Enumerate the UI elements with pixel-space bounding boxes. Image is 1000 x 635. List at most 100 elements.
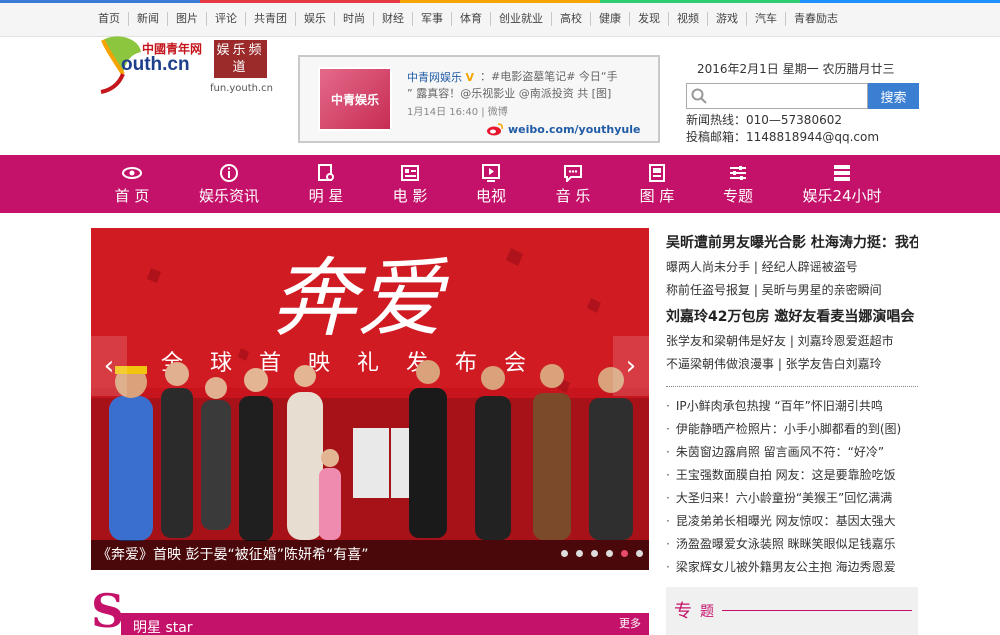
- nav-topics[interactable]: 专题: [720, 155, 756, 213]
- top-nav-item[interactable]: 汽车: [747, 12, 786, 26]
- stars-letter: S: [91, 584, 125, 635]
- slider-prev-button[interactable]: ‹: [91, 336, 127, 396]
- top-nav-item[interactable]: 评论: [207, 12, 246, 26]
- slider-photo: 奔爱 全 球 首 映 礼 发 布 会: [91, 228, 649, 570]
- news-hotline: 新闻热线：010—57380602: [686, 113, 842, 127]
- weibo-thumbnail[interactable]: 中青娱乐: [320, 69, 390, 129]
- top-nav-item[interactable]: 图片: [168, 12, 207, 26]
- slider-subtitle-art: 全 球 首 映 礼 发 布 会: [161, 351, 536, 376]
- search-button[interactable]: 搜索: [868, 83, 919, 109]
- headline-2-sub-a[interactable]: 张学友和梁朝伟是好友 | 刘嘉玲恩爱逛超市: [666, 332, 918, 349]
- slider-dot[interactable]: [576, 550, 583, 557]
- weibo-link[interactable]: weibo.com/youthyule: [508, 123, 640, 136]
- weibo-widget[interactable]: 中青娱乐 中青网娱乐 V ：#电影盗墓笔记# 今日“手 ” 露真容！@乐视影业 …: [298, 55, 660, 143]
- search-input[interactable]: [711, 87, 861, 105]
- slider-title-art: 奔爱: [271, 249, 449, 349]
- search-box[interactable]: [686, 83, 868, 109]
- nav-movies[interactable]: 电 影: [390, 155, 430, 213]
- top-nav-item[interactable]: 发现: [630, 12, 669, 26]
- news-list-item[interactable]: 梁家辉女儿被外籍男友公主抱 海边秀恩爱: [666, 556, 918, 579]
- headline-1-sub-a[interactable]: 曝两人尚未分手 | 经纪人辟谣被盗号: [666, 258, 918, 275]
- topics-title-1: 专: [674, 601, 692, 622]
- nav-label: 首 页: [114, 187, 150, 205]
- weibo-post-text: ：#电影盗墓笔记# 今日“手: [480, 70, 618, 83]
- topics-section-header: 专 题: [666, 587, 918, 635]
- news-list-item[interactable]: 王宝强数面膜自拍 网友：这是要靠脸吃饭: [666, 464, 918, 487]
- news-divider: [666, 386, 918, 387]
- headline-2-sub-b[interactable]: 不逼梁朝伟做浪漫事 | 张学友告白刘嘉玲: [666, 355, 918, 372]
- nav-label: 电 影: [392, 187, 428, 205]
- slider-dot[interactable]: [591, 550, 598, 557]
- top-nav-item[interactable]: 青春励志: [786, 12, 846, 26]
- stars-more-link[interactable]: 更多: [619, 615, 641, 631]
- top-nav-item[interactable]: 新闻: [129, 12, 168, 26]
- headline-1[interactable]: 吴昕遭前男友曝光合影 杜海涛力挺：我在: [666, 232, 918, 252]
- weibo-post-meta: 1月14日 16:40 | 微博: [407, 107, 508, 118]
- weibo-post-text-cont: ” 露真容！@乐视影业 @南派投资 共 [图]: [407, 87, 612, 100]
- weibo-account-name[interactable]: 中青网娱乐 V: [407, 69, 474, 85]
- logo-en-text: outh.cn: [121, 54, 190, 75]
- slider-next-button[interactable]: ›: [613, 336, 649, 396]
- stars-section-header: S 明星 star 更多: [91, 587, 649, 635]
- music-icon: [564, 165, 582, 182]
- slider-dot[interactable]: [621, 550, 628, 557]
- top-nav-item[interactable]: 娱乐: [296, 12, 335, 26]
- list-icon: [834, 165, 850, 181]
- nav-tv[interactable]: 电视: [473, 155, 509, 213]
- nav-ent-news[interactable]: 娱乐资讯: [197, 155, 261, 213]
- nav-home[interactable]: 首 页: [112, 155, 152, 213]
- slider-dot[interactable]: [561, 550, 568, 557]
- stars-title: 明星 star: [133, 620, 193, 635]
- main-navigation: 首 页 娱乐资讯 明 星 电 影 电视 音 乐 图 库 专题 娱乐24小时: [0, 155, 1000, 213]
- topic-icon: [730, 166, 746, 180]
- top-nav-item[interactable]: 高校: [552, 12, 591, 26]
- channel-seal: 娱乐频道: [214, 40, 267, 78]
- nav-label: 娱乐24小时: [802, 187, 882, 205]
- nav-label: 明 星: [308, 187, 344, 205]
- news-list-item[interactable]: IP小鲜肉承包热搜 “百年”怀旧潮引共鸣: [666, 395, 918, 418]
- news-list-item[interactable]: 汤盈盈曝爱女泳装照 眯眯笑眼似足钱嘉乐: [666, 533, 918, 556]
- logo-subdomain: fun.youth.cn: [210, 83, 274, 94]
- headline-1-sub-b[interactable]: 称前任盗号报复 | 吴昕与男星的亲密瞬间: [666, 281, 918, 298]
- top-nav-item[interactable]: 时尚: [335, 12, 374, 26]
- weibo-name-text: 中青网娱乐: [407, 71, 462, 84]
- nav-music[interactable]: 音 乐: [553, 155, 593, 213]
- info-icon: [220, 164, 238, 182]
- nav-label: 娱乐资讯: [198, 187, 259, 205]
- search-icon: [691, 88, 707, 104]
- top-nav-item[interactable]: 共青团: [246, 12, 296, 26]
- news-list-item[interactable]: 伊能静晒产检照片：小手小脚都看的到(图): [666, 418, 918, 441]
- top-nav-item[interactable]: 体育: [452, 12, 491, 26]
- top-nav-item[interactable]: 视频: [669, 12, 708, 26]
- nav-label: 专题: [722, 187, 753, 205]
- news-list-item[interactable]: 大圣归来！六小龄童扮“美猴王”回忆满满: [666, 487, 918, 510]
- news-list: IP小鲜肉承包热搜 “百年”怀旧潮引共鸣伊能静晒产检照片：小手小脚都看的到(图)…: [666, 395, 918, 579]
- top-navigation: 首页 新闻 图片 评论 共青团 娱乐 时尚 财经 军事 体育 创业就业 高校 健康 发现 视频 游戏 汽车 青春励…: [0, 3, 1000, 37]
- slider-dot[interactable]: [606, 550, 613, 557]
- top-nav-item[interactable]: 游戏: [708, 12, 747, 26]
- submission-email: 投稿邮箱：1148818944@qq.com: [686, 130, 880, 144]
- nav-gallery[interactable]: 图 库: [637, 155, 677, 213]
- image-icon: [649, 164, 665, 182]
- nav-stars[interactable]: 明 星: [306, 155, 346, 213]
- top-nav-item[interactable]: 首页: [90, 12, 129, 26]
- news-list-item[interactable]: 朱茵窗边露肩照 留言画风不符：“好冷”: [666, 441, 918, 464]
- news-list-item[interactable]: 昆凌弟弟长相曝光 网友惊叹：基因太强大: [666, 510, 918, 533]
- topics-title-2: 题: [700, 604, 714, 620]
- photo-slider[interactable]: 奔爱 全 球 首 映 礼 发 布 会 ‹ › 《奔爱》首映 彭于晏“被征婚”陈妍…: [91, 228, 649, 570]
- tv-icon: [482, 164, 500, 182]
- top-nav-item[interactable]: 财经: [374, 12, 413, 26]
- top-nav-item[interactable]: 军事: [413, 12, 452, 26]
- weibo-icon: [487, 123, 503, 136]
- slider-dot[interactable]: [636, 550, 643, 557]
- headline-news-panel: 吴昕遭前男友曝光合影 杜海涛力挺：我在 曝两人尚未分手 | 经纪人辟谣被盗号 称…: [666, 228, 918, 579]
- star-icon: [318, 164, 334, 181]
- nav-label: 音 乐: [555, 187, 591, 205]
- nav-ent-24h[interactable]: 娱乐24小时: [800, 155, 884, 213]
- eye-icon: [122, 167, 142, 179]
- top-nav-item[interactable]: 健康: [591, 12, 630, 26]
- top-nav-item[interactable]: 创业就业: [491, 12, 552, 26]
- site-logo[interactable]: 中國青年网 outh.cn 娱乐频道 fun.youth.cn: [97, 34, 274, 129]
- current-date: 2016年2月1日 星期一 农历腊月廿三: [697, 62, 895, 76]
- headline-2[interactable]: 刘嘉玲42万包房 邀好友看麦当娜演唱会: [666, 306, 918, 326]
